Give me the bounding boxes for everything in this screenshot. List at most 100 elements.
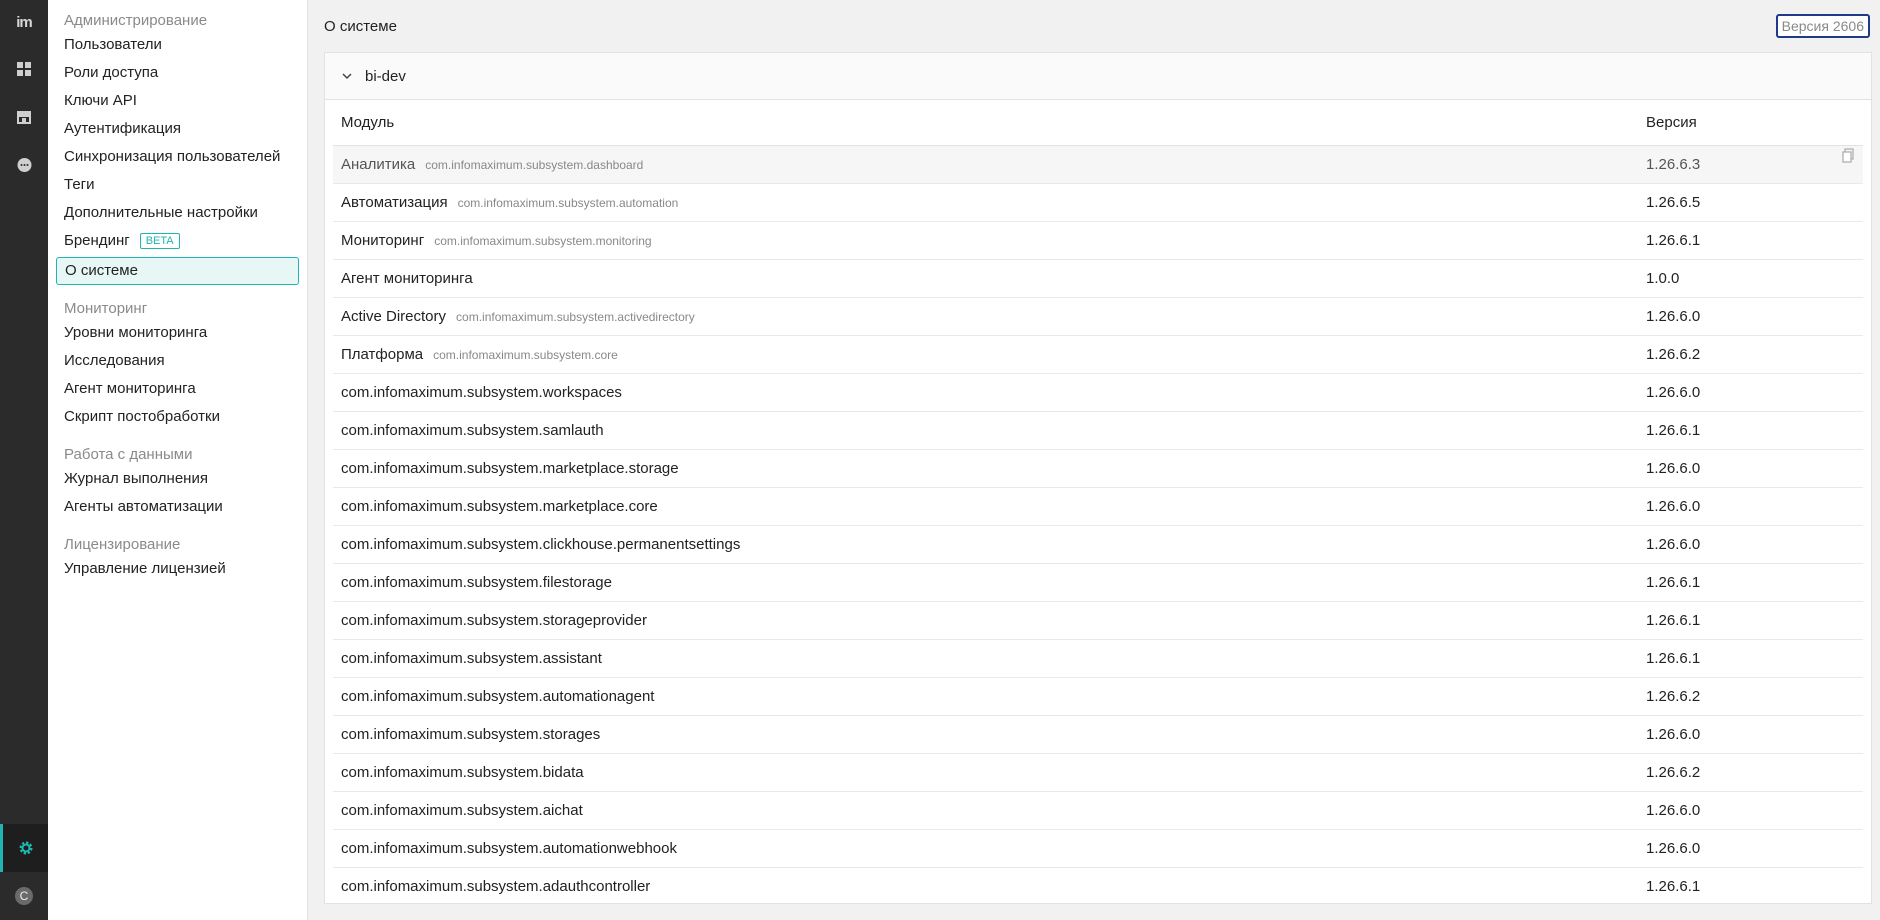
module-version: 1.26.6.0 xyxy=(1646,840,1701,857)
sidebar-item[interactable]: Аутентификация xyxy=(56,115,299,143)
table-row[interactable]: com.infomaximum.subsystem.filestorage 1.2… xyxy=(333,564,1863,602)
beta-badge: BETA xyxy=(139,233,180,249)
app-root: im C Администрирование Пользователи Роли… xyxy=(0,0,1880,920)
table-row[interactable]: com.infomaximum.subsystem.workspaces 1.26… xyxy=(333,374,1863,412)
page-title: О системе xyxy=(324,17,397,35)
sidebar-item[interactable]: Ключи API xyxy=(56,87,299,115)
sidebar-item[interactable]: Журнал выполнения xyxy=(56,465,299,493)
settings-icon[interactable] xyxy=(0,824,48,872)
module-cell: com.infomaximum.subsystem.marketplace.st… xyxy=(333,460,1638,477)
app-logo[interactable]: im xyxy=(16,14,32,31)
table-row[interactable]: com.infomaximum.subsystem.samlauth 1.26.6… xyxy=(333,412,1863,450)
sidebar-item[interactable]: Пользователи xyxy=(56,31,299,59)
module-version: 1.26.6.1 xyxy=(1646,612,1701,629)
module-cell: com.infomaximum.subsystem.automationagen… xyxy=(333,688,1638,705)
table-row[interactable]: Мониторинг com.infomaximum.subsystem.moni… xyxy=(333,222,1863,260)
module-id: com.infomaximum.subsystem.dashboard xyxy=(425,158,644,172)
table-header: Модуль Версия xyxy=(333,100,1863,146)
sidebar-item[interactable]: О системе xyxy=(56,257,299,285)
module-cell: com.infomaximum.subsystem.filestorage xyxy=(333,574,1638,591)
module-version: 1.26.6.1 xyxy=(1646,878,1701,895)
module-cell: Мониторинг com.infomaximum.subsystem.moni… xyxy=(333,232,1638,249)
table-row[interactable]: Автоматизация com.infomaximum.subsystem.a… xyxy=(333,184,1863,222)
sidebar-section-title: Администрирование xyxy=(64,12,208,29)
module-version: 1.26.6.5 xyxy=(1646,194,1701,211)
module-cell: com.infomaximum.subsystem.clickhouse.per… xyxy=(333,536,1638,553)
module-name: Аналитика xyxy=(341,156,416,173)
sidebar-item[interactable]: Брендинг BETA xyxy=(56,227,299,255)
group-name: bi-dev xyxy=(365,67,406,85)
copy-icon[interactable] xyxy=(1841,148,1855,164)
module-name: Платформа xyxy=(341,346,424,363)
table-row[interactable]: com.infomaximum.subsystem.clickhouse.per… xyxy=(333,526,1863,564)
left-rail: im C xyxy=(0,0,48,920)
sidebar-item-label: Роли доступа xyxy=(64,64,159,81)
table-row[interactable]: Active Directory com.infomaximum.subsyste… xyxy=(333,298,1863,336)
module-version: 1.26.6.0 xyxy=(1646,536,1701,553)
dashboard-icon[interactable] xyxy=(0,45,48,93)
module-version: 1.26.6.1 xyxy=(1646,422,1701,439)
module-id: com.infomaximum.subsystem.automation xyxy=(457,196,679,210)
module-cell: com.infomaximum.subsystem.automationwebh… xyxy=(333,840,1638,857)
sidebar-item[interactable]: Исследования xyxy=(56,347,299,375)
table-row[interactable]: com.infomaximum.subsystem.storageprovide… xyxy=(333,602,1863,640)
module-cell: com.infomaximum.subsystem.workspaces xyxy=(333,384,1638,401)
module-name: com.infomaximum.subsystem.automationwebh… xyxy=(341,840,677,857)
sidebar-item[interactable]: Агент мониторинга xyxy=(56,375,299,403)
module-id: com.infomaximum.subsystem.activedirector… xyxy=(456,310,695,324)
version-cell: 1.26.6.1 xyxy=(1638,612,1863,629)
version-cell: 1.26.6.0 xyxy=(1638,840,1863,857)
sidebar-item[interactable]: Агенты автоматизации xyxy=(56,493,299,521)
sidebar-item-label: Ключи API xyxy=(64,92,137,109)
table-row[interactable]: Агент мониторинга 1.0.0 xyxy=(333,260,1863,298)
group-header[interactable]: bi-dev xyxy=(325,53,1871,100)
version-cell: 1.26.6.1 xyxy=(1638,422,1863,439)
sidebar-item[interactable]: Управление лицензией xyxy=(56,555,299,583)
sidebar-item-label: Журнал выполнения xyxy=(64,470,208,487)
sidebar-item-label: Управление лицензией xyxy=(64,560,226,577)
chat-icon[interactable] xyxy=(0,141,48,189)
module-version: 1.26.6.0 xyxy=(1646,498,1701,515)
table-row[interactable]: Аналитика com.infomaximum.subsystem.dashb… xyxy=(333,146,1863,184)
table-row[interactable]: com.infomaximum.subsystem.automationagen… xyxy=(333,678,1863,716)
sidebar-item[interactable]: Теги xyxy=(56,171,299,199)
rail-bottom: C xyxy=(0,824,48,920)
module-name: com.infomaximum.subsystem.storageprovide… xyxy=(341,612,647,629)
module-version: 1.26.6.0 xyxy=(1646,308,1701,325)
module-cell: com.infomaximum.subsystem.bidata xyxy=(333,764,1638,781)
column-header-version[interactable]: Версия xyxy=(1638,114,1863,131)
sidebar-item[interactable]: Дополнительные настройки xyxy=(56,199,299,227)
store-icon[interactable] xyxy=(0,93,48,141)
chevron-down-icon[interactable] xyxy=(339,68,355,84)
module-cell: com.infomaximum.subsystem.aichat xyxy=(333,802,1638,819)
sidebar-item[interactable]: Синхронизация пользователей xyxy=(56,143,299,171)
table-row[interactable]: Платформа com.infomaximum.subsystem.core 1… xyxy=(333,336,1863,374)
table-row[interactable]: com.infomaximum.subsystem.bidata 1.26.6.2 xyxy=(333,754,1863,792)
version-cell: 1.26.6.2 xyxy=(1638,346,1863,363)
version-cell: 1.26.6.0 xyxy=(1638,308,1863,325)
module-version: 1.26.6.3 xyxy=(1646,156,1701,173)
module-cell: com.infomaximum.subsystem.marketplace.co… xyxy=(333,498,1638,515)
table-row[interactable]: com.infomaximum.subsystem.adauthcontroll… xyxy=(333,868,1863,903)
avatar[interactable]: C xyxy=(0,872,48,920)
table-row[interactable]: com.infomaximum.subsystem.aichat 1.26.6.0 xyxy=(333,792,1863,830)
sidebar-item[interactable]: Скрипт постобработки xyxy=(56,403,299,431)
module-cell: com.infomaximum.subsystem.storages xyxy=(333,726,1638,743)
version-button[interactable]: Версия 2606 xyxy=(1775,14,1870,38)
table-row[interactable]: com.infomaximum.subsystem.marketplace.st… xyxy=(333,450,1863,488)
version-cell: 1.26.6.0 xyxy=(1638,726,1863,743)
version-cell: 1.26.6.1 xyxy=(1638,232,1863,249)
table-row[interactable]: com.infomaximum.subsystem.marketplace.co… xyxy=(333,488,1863,526)
module-name: com.infomaximum.subsystem.aichat xyxy=(341,802,583,819)
table-row[interactable]: com.infomaximum.subsystem.automationwebh… xyxy=(333,830,1863,868)
sidebar-item[interactable]: Роли доступа xyxy=(56,59,299,87)
table-row[interactable]: com.infomaximum.subsystem.storages 1.26.6… xyxy=(333,716,1863,754)
module-name: com.infomaximum.subsystem.marketplace.st… xyxy=(341,460,679,477)
version-cell: 1.26.6.2 xyxy=(1638,764,1863,781)
module-name: Мониторинг xyxy=(341,232,425,249)
sidebar-item[interactable]: Уровни мониторинга xyxy=(56,319,299,347)
table-row[interactable]: com.infomaximum.subsystem.assistant 1.26.… xyxy=(333,640,1863,678)
module-version: 1.26.6.0 xyxy=(1646,802,1701,819)
module-version: 1.26.6.0 xyxy=(1646,460,1701,477)
column-header-module[interactable]: Модуль xyxy=(333,114,1638,131)
